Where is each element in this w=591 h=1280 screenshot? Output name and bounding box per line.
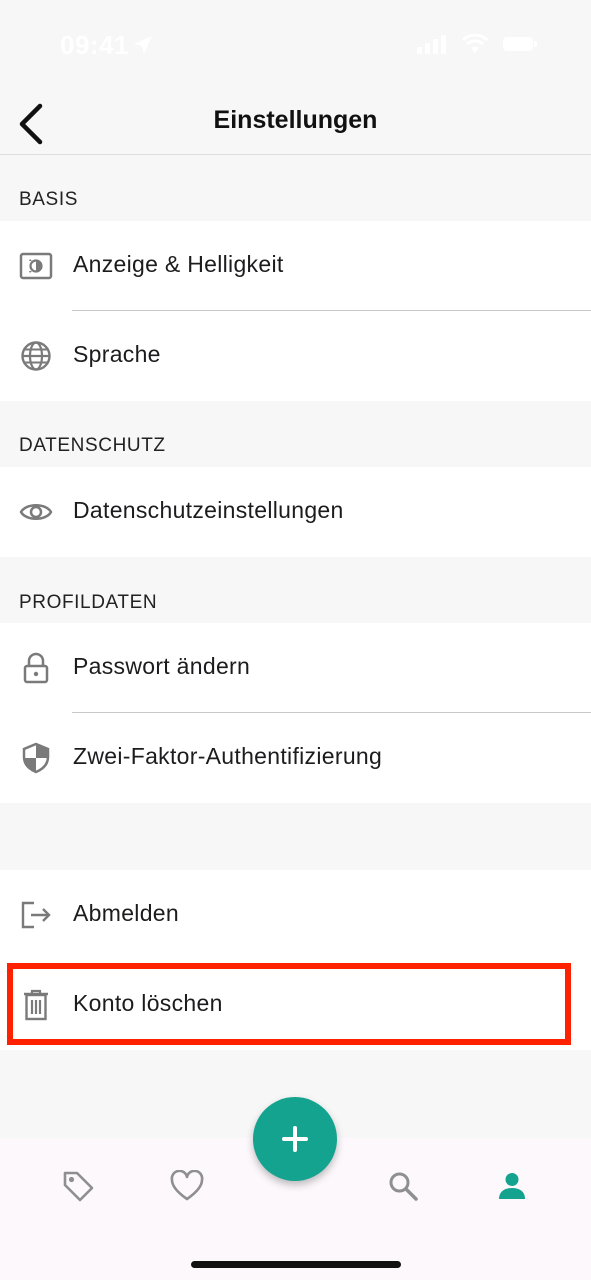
- row-datenschutzeinstellungen[interactable]: Datenschutzeinstellungen: [0, 467, 591, 557]
- logout-icon: [18, 899, 54, 931]
- group-account: Abmelden Konto löschen: [0, 870, 591, 1050]
- row-label: Abmelden: [73, 900, 179, 926]
- row-abmelden[interactable]: Abmelden: [0, 870, 591, 960]
- row-passwort-aendern[interactable]: Passwort ändern: [0, 623, 591, 713]
- display-brightness-icon: [18, 250, 54, 282]
- row-label: Konto löschen: [73, 990, 223, 1016]
- group-datenschutz: Datenschutzeinstellungen: [0, 467, 591, 557]
- row-label: Datenschutzeinstellungen: [73, 497, 344, 523]
- tab-search[interactable]: [383, 1166, 423, 1206]
- tab-profile[interactable]: [492, 1166, 532, 1206]
- heart-icon: [170, 1170, 204, 1201]
- row-sprache[interactable]: Sprache: [0, 311, 591, 401]
- navigation-bar: Einstellungen: [0, 88, 591, 155]
- section-header-datenschutz: DATENSCHUTZ: [19, 435, 166, 456]
- group-profildaten: Passwort ändern Zwei-Faktor-Authentifizi…: [0, 623, 591, 803]
- trash-icon: [18, 989, 54, 1021]
- shield-icon: [18, 742, 54, 774]
- location-arrow-icon: [134, 36, 152, 54]
- section-header-basis: BASIS: [19, 189, 78, 210]
- battery-icon: [503, 37, 537, 51]
- globe-icon: [18, 340, 54, 372]
- plus-icon: [282, 1126, 308, 1152]
- row-label: Sprache: [73, 341, 161, 367]
- eye-icon: [18, 496, 54, 528]
- wifi-icon: [461, 34, 489, 53]
- home-indicator: [191, 1261, 401, 1268]
- status-bar: 09:41: [0, 0, 591, 88]
- tag-icon: [63, 1171, 94, 1202]
- row-zwei-faktor[interactable]: Zwei-Faktor-Authentifizierung: [0, 713, 591, 803]
- page-title: Einstellungen: [213, 106, 378, 134]
- status-icons: [417, 33, 537, 55]
- signal-icon: [417, 35, 446, 54]
- row-label: Anzeige & Helligkeit: [73, 251, 284, 277]
- section-header-profildaten: PROFILDATEN: [19, 592, 158, 613]
- search-icon: [389, 1172, 418, 1201]
- tab-favorites[interactable]: [167, 1166, 207, 1206]
- add-button[interactable]: [253, 1097, 337, 1181]
- tab-tags[interactable]: [58, 1166, 98, 1206]
- lock-icon: [18, 652, 54, 684]
- status-time: 09:41: [60, 30, 129, 60]
- group-basis: Anzeige & Helligkeit Sprache: [0, 221, 591, 401]
- person-icon: [499, 1173, 525, 1199]
- row-anzeige-helligkeit[interactable]: Anzeige & Helligkeit: [0, 221, 591, 311]
- row-label: Passwort ändern: [73, 653, 251, 679]
- row-label: Zwei-Faktor-Authentifizierung: [73, 743, 383, 769]
- row-konto-loeschen[interactable]: Konto löschen: [0, 960, 591, 1050]
